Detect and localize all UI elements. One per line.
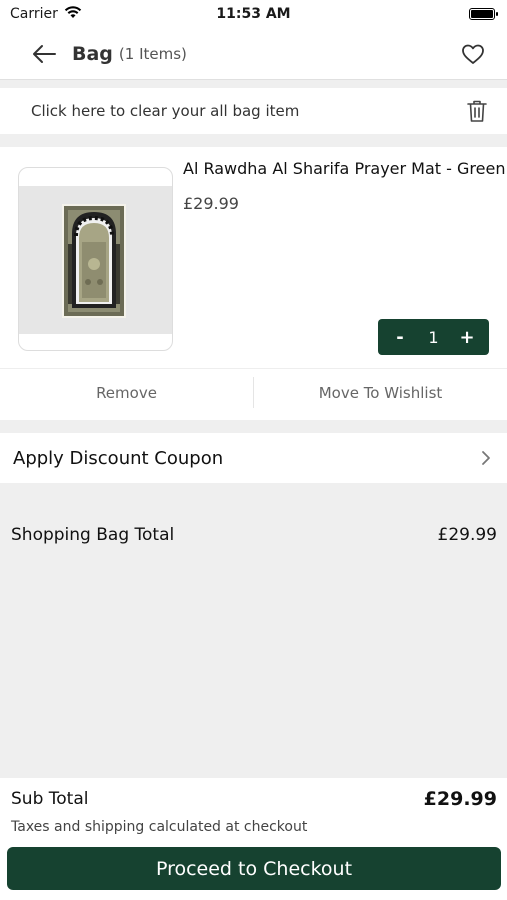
item-actions: Remove Move To Wishlist: [0, 368, 507, 416]
page-title: Bag: [72, 42, 113, 65]
subtotal-value: £29.99: [423, 788, 497, 810]
product-image[interactable]: [18, 167, 173, 351]
app-header: Bag (1 Items): [0, 28, 507, 80]
shopping-bag-total: Shopping Bag Total £29.99: [0, 520, 507, 550]
increment-button[interactable]: +: [457, 327, 477, 348]
product-name[interactable]: Al Rawdha Al Sharifa Prayer Mat - Green: [183, 159, 505, 178]
prayer-mat-image: [62, 204, 126, 318]
decrement-button[interactable]: -: [390, 327, 410, 348]
move-to-wishlist-button[interactable]: Move To Wishlist: [254, 369, 507, 416]
wishlist-button[interactable]: [459, 40, 487, 68]
bag-total-value: £29.99: [437, 525, 497, 545]
coupon-label: Apply Discount Coupon: [13, 447, 224, 469]
remove-button[interactable]: Remove: [0, 369, 253, 416]
subtotal-label: Sub Total: [11, 789, 89, 809]
clear-bag-bar[interactable]: Click here to clear your all bag item: [0, 88, 507, 134]
checkout-footer: Sub Total £29.99 Taxes and shipping calc…: [0, 778, 507, 900]
arrow-left-icon: [33, 44, 56, 63]
chevron-right-icon: [482, 451, 490, 465]
quantity-stepper: - 1 +: [378, 319, 489, 355]
tax-note: Taxes and shipping calculated at checkou…: [11, 819, 308, 835]
carrier-label: Carrier: [10, 6, 58, 22]
bag-item-card: Al Rawdha Al Sharifa Prayer Mat - Green …: [0, 147, 507, 420]
battery-icon: [469, 8, 498, 20]
trash-button[interactable]: [465, 98, 489, 124]
apply-coupon-row[interactable]: Apply Discount Coupon: [0, 433, 507, 483]
bag-total-label: Shopping Bag Total: [11, 525, 175, 545]
proceed-to-checkout-button[interactable]: Proceed to Checkout: [7, 847, 501, 890]
quantity-value: 1: [428, 327, 439, 347]
heart-icon: [462, 44, 484, 64]
status-left: Carrier: [10, 5, 82, 23]
product-price: £29.99: [183, 194, 239, 213]
clear-bag-label: Click here to clear your all bag item: [31, 102, 300, 120]
subtotal-row: Sub Total £29.99: [11, 788, 497, 810]
trash-icon: [467, 100, 487, 122]
item-count: (1 Items): [118, 44, 187, 63]
back-button[interactable]: [30, 40, 58, 68]
wifi-icon: [64, 5, 82, 23]
status-bar: Carrier 11:53 AM: [0, 0, 507, 28]
